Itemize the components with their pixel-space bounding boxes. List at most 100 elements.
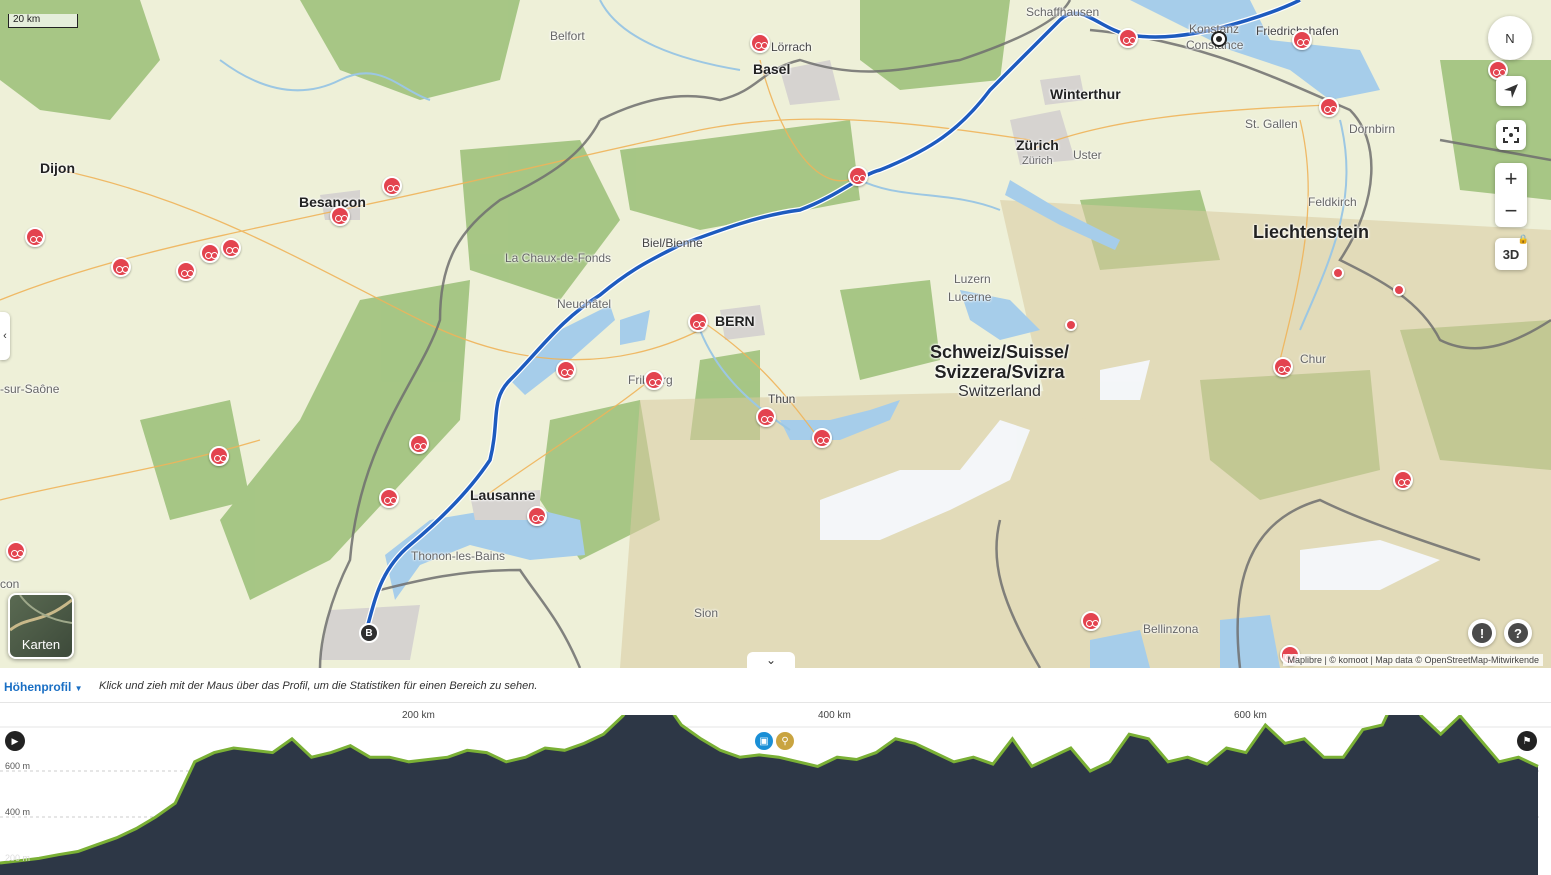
place-schaffhausen: Schaffhausen [1026,5,1100,19]
bike-poi-marker[interactable] [750,33,770,53]
question-icon: ? [1508,623,1528,643]
bike-poi-marker[interactable] [812,428,832,448]
bike-poi-marker[interactable] [644,370,664,390]
place-basel: Basel [753,61,791,77]
zoom-control: + − [1495,163,1527,227]
lock-icon: 🔒 [1517,234,1529,244]
place-zurich-local: Zürich [1022,155,1053,167]
poi-dot-marker[interactable] [1332,267,1344,279]
place-thonon: Thonon-les-Bains [411,549,506,563]
bike-poi-marker[interactable] [1393,470,1413,490]
surface-icon[interactable]: ▣ [755,732,773,750]
country-label-line3: Switzerland [958,383,1041,400]
bike-poi-marker[interactable] [111,257,131,277]
exclamation-icon: ! [1472,623,1492,643]
bike-poi-marker[interactable] [688,312,708,332]
route-start-marker[interactable]: B [359,623,379,643]
bike-poi-marker[interactable] [6,541,26,561]
place-sur-saone: -sur-Saône [0,382,60,396]
compass-north-label: N [1505,30,1515,46]
sidebar-toggle[interactable]: ‹ [0,312,10,360]
place-lausanne: Lausanne [470,487,536,503]
place-la-chaux-de-fonds: La Chaux-de-Fonds [505,251,612,265]
navigation-arrow-icon [1504,84,1518,98]
map-layers-label: Karten [21,637,61,652]
bike-poi-marker[interactable] [1081,611,1101,631]
bike-poi-marker[interactable] [1319,97,1339,117]
bike-poi-marker[interactable] [527,506,547,526]
chevron-down-icon: ⌄ [765,653,777,667]
elev-tick-label: 600 m [5,761,31,771]
collapse-profile-button[interactable]: ⌄ [747,652,795,668]
bike-poi-marker[interactable] [176,261,196,281]
profile-hint: Klick und zieh mit der Maus über das Pro… [99,680,538,692]
bike-poi-marker[interactable] [200,243,220,263]
bike-poi-marker[interactable] [1118,28,1138,48]
country-label-line2: Svizzera/Svizra [934,362,1065,382]
bike-poi-marker[interactable] [221,238,241,258]
place-con: con [0,577,20,591]
profile-type-dropdown[interactable]: Höhenprofil ▼ [4,680,83,694]
bike-poi-marker[interactable] [409,434,429,454]
elev-tick-label: 200 m [5,853,31,863]
place-zurich: Zürich [1016,137,1059,153]
bike-poi-marker[interactable] [382,176,402,196]
flag-icon: ⚑ [1522,735,1532,747]
bike-poi-marker[interactable] [756,407,776,427]
place-bern: BERN [715,313,755,329]
elev-tick-label: 400 m [5,807,31,817]
waytype-icon[interactable]: ⚲ [776,732,794,750]
zoom-out-button[interactable]: − [1495,195,1527,227]
place-bellinzona: Bellinzona [1143,622,1199,636]
bike-poi-marker[interactable] [1273,357,1293,377]
bike-poi-marker[interactable] [848,166,868,186]
3d-toggle-button[interactable]: 3D 🔒 [1495,234,1529,270]
play-icon: ▶ [11,735,19,746]
bike-poi-marker[interactable] [379,488,399,508]
finish-flag-button[interactable]: ⚑ [1517,731,1537,751]
place-feldkirch: Feldkirch [1308,195,1357,209]
fullscreen-icon [1503,127,1519,143]
place-lorrach: Lörrach [771,40,812,54]
bus-icon: ▣ [759,735,769,747]
place-belfort: Belfort [550,29,585,43]
poi-dot-marker[interactable] [1065,319,1077,331]
place-dijon: Dijon [40,160,75,176]
place-st-gallen: St. Gallen [1245,117,1298,131]
compass-button[interactable]: N [1488,16,1532,60]
poi-dot-marker[interactable] [1393,284,1405,296]
report-button[interactable]: ! [1468,619,1496,647]
place-dornbirn: Dornbirn [1349,122,1396,136]
map-attribution: Maplibre | © komoot | Map data © OpenStr… [1283,654,1543,666]
play-tour-button[interactable]: ▶ [5,731,25,751]
zoom-in-button[interactable]: + [1495,163,1527,195]
map-scale: 20 km [8,14,78,28]
map-canvas[interactable]: 20 km Schaffhausen Konstanz Constance Fr… [0,0,1551,668]
route-end-marker[interactable] [1211,31,1227,47]
map-layers-button[interactable]: Karten [8,593,74,659]
place-uster: Uster [1073,148,1102,162]
bike-icon: ⚲ [781,735,789,747]
place-winterthur: Winterthur [1050,86,1121,102]
bike-poi-marker[interactable] [209,446,229,466]
profile-title: Höhenprofil [4,680,72,694]
fit-route-button[interactable] [1496,120,1526,150]
place-biel-bienne: Biel/Bienne [642,236,703,250]
bike-poi-marker[interactable] [25,227,45,247]
place-neuchatel: Neuchâtel [557,297,612,311]
country-label-switzerland: Schweiz/Suisse/ Svizzera/Svizra Switzerl… [930,342,1069,402]
3d-label: 3D [1502,246,1520,262]
country-label-line1: Schweiz/Suisse/ [930,342,1070,362]
place-lucerne: Lucerne [948,290,992,304]
bike-poi-marker[interactable] [330,206,350,226]
bike-poi-marker[interactable] [556,360,576,380]
bike-poi-marker[interactable] [1292,30,1312,50]
caret-down-icon: ▼ [74,684,83,693]
map-layer-preview-icon [10,595,72,632]
help-button[interactable]: ? [1504,619,1532,647]
profile-divider [0,702,1551,703]
place-sion: Sion [694,606,719,620]
place-thun: Thun [768,392,796,406]
map-terrain [0,0,1551,668]
locate-button[interactable] [1496,76,1526,106]
